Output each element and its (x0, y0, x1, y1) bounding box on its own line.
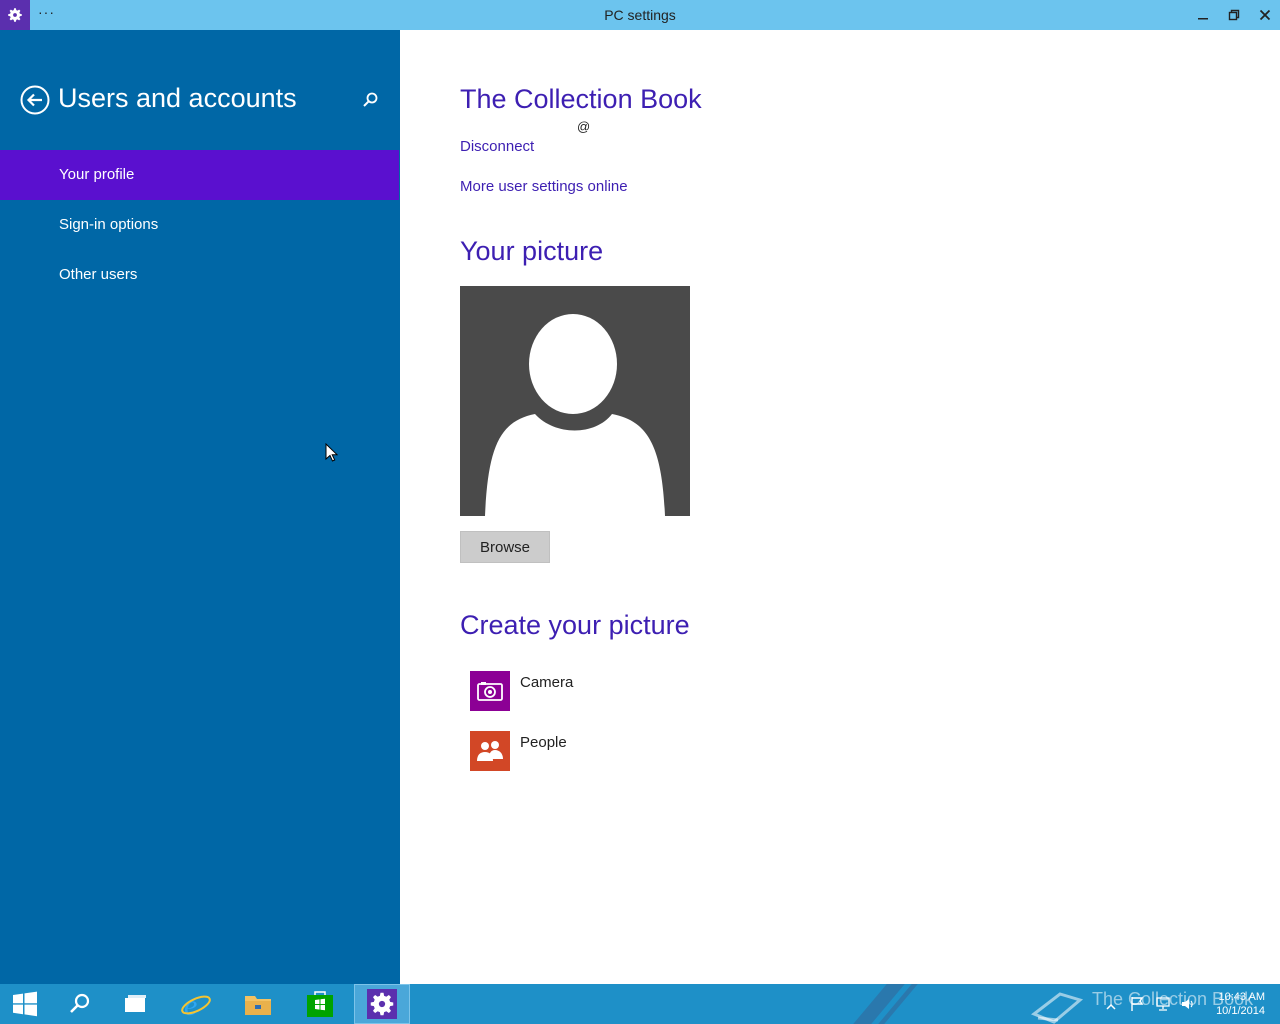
restore-button[interactable] (1218, 0, 1250, 30)
window-title: PC settings (604, 7, 676, 23)
more-user-settings-link[interactable]: More user settings online (460, 178, 628, 195)
sidebar-item-your-profile[interactable]: Your profile (0, 150, 399, 200)
browse-button[interactable]: Browse (460, 531, 550, 563)
account-name: The Collection Book (460, 84, 702, 114)
taskbar: e The Collection Book 10:43 AM 10/1/2014 (0, 984, 1280, 1024)
title-bar: ··· PC settings (0, 0, 1280, 30)
people-option[interactable]: People (470, 731, 770, 771)
mouse-cursor-icon (325, 442, 339, 468)
main-content: The Collection Book @ Disconnect More us… (400, 30, 1280, 984)
chevron-up-icon (1106, 1003, 1116, 1010)
sidebar-title: Users and accounts (58, 83, 297, 113)
sidebar-item-sign-in-options[interactable]: Sign-in options (0, 200, 399, 250)
sidebar: Users and accounts Your profile Sign-in … (0, 30, 400, 984)
sidebar-item-other-users[interactable]: Other users (0, 250, 399, 300)
start-icon (13, 991, 37, 1017)
back-arrow-icon (20, 85, 50, 115)
close-button[interactable] (1249, 0, 1280, 30)
camera-label: Camera (520, 674, 574, 691)
search-button[interactable] (360, 90, 380, 110)
file-explorer-button[interactable] (230, 984, 286, 1024)
clock-date: 10/1/2014 (1216, 1005, 1265, 1017)
search-icon (363, 92, 378, 107)
back-button[interactable] (20, 85, 50, 115)
create-picture-heading: Create your picture (460, 610, 690, 640)
default-user-avatar-icon (485, 314, 665, 516)
camera-icon (470, 671, 510, 711)
action-center-button[interactable] (1130, 996, 1144, 1017)
people-icon (470, 731, 510, 771)
disconnect-link[interactable]: Disconnect (460, 138, 534, 155)
network-button[interactable] (1155, 996, 1171, 1017)
start-button[interactable] (0, 984, 50, 1024)
close-icon (1259, 9, 1271, 21)
taskbar-search-button[interactable] (52, 984, 108, 1024)
camera-option[interactable]: Camera (470, 671, 770, 711)
people-label: People (520, 734, 567, 751)
pc-settings-taskbar-button[interactable] (354, 984, 410, 1024)
file-explorer-icon (245, 996, 271, 1015)
show-hidden-icons-button[interactable] (1106, 998, 1116, 1016)
your-picture-heading: Your picture (460, 236, 604, 266)
internet-explorer-icon: e (181, 989, 211, 1020)
minimize-icon (1198, 18, 1208, 20)
profile-picture (460, 286, 690, 516)
clock[interactable]: 10:43 AM 10/1/2014 (1205, 990, 1265, 1018)
store-icon (307, 991, 333, 1017)
account-email: @ (577, 119, 591, 134)
sidebar-item-label: Your profile (59, 166, 135, 183)
flag-icon (1131, 997, 1144, 1011)
taskbar-decoration (844, 984, 914, 1024)
task-view-icon (125, 995, 146, 1012)
sidebar-item-label: Sign-in options (59, 216, 159, 233)
search-icon (70, 993, 90, 1013)
minimize-button[interactable] (1187, 0, 1219, 30)
internet-explorer-button[interactable]: e (168, 984, 224, 1024)
network-icon (1156, 997, 1170, 1011)
store-button[interactable] (292, 984, 348, 1024)
speaker-icon (1182, 999, 1193, 1009)
settings-icon (367, 989, 397, 1019)
clock-time: 10:43 AM (1218, 991, 1265, 1003)
sidebar-item-label: Other users (59, 266, 138, 283)
task-view-button[interactable] (108, 984, 164, 1024)
book-logo-icon (1030, 984, 1084, 1024)
restore-icon (1228, 9, 1240, 21)
volume-button[interactable] (1180, 996, 1196, 1017)
